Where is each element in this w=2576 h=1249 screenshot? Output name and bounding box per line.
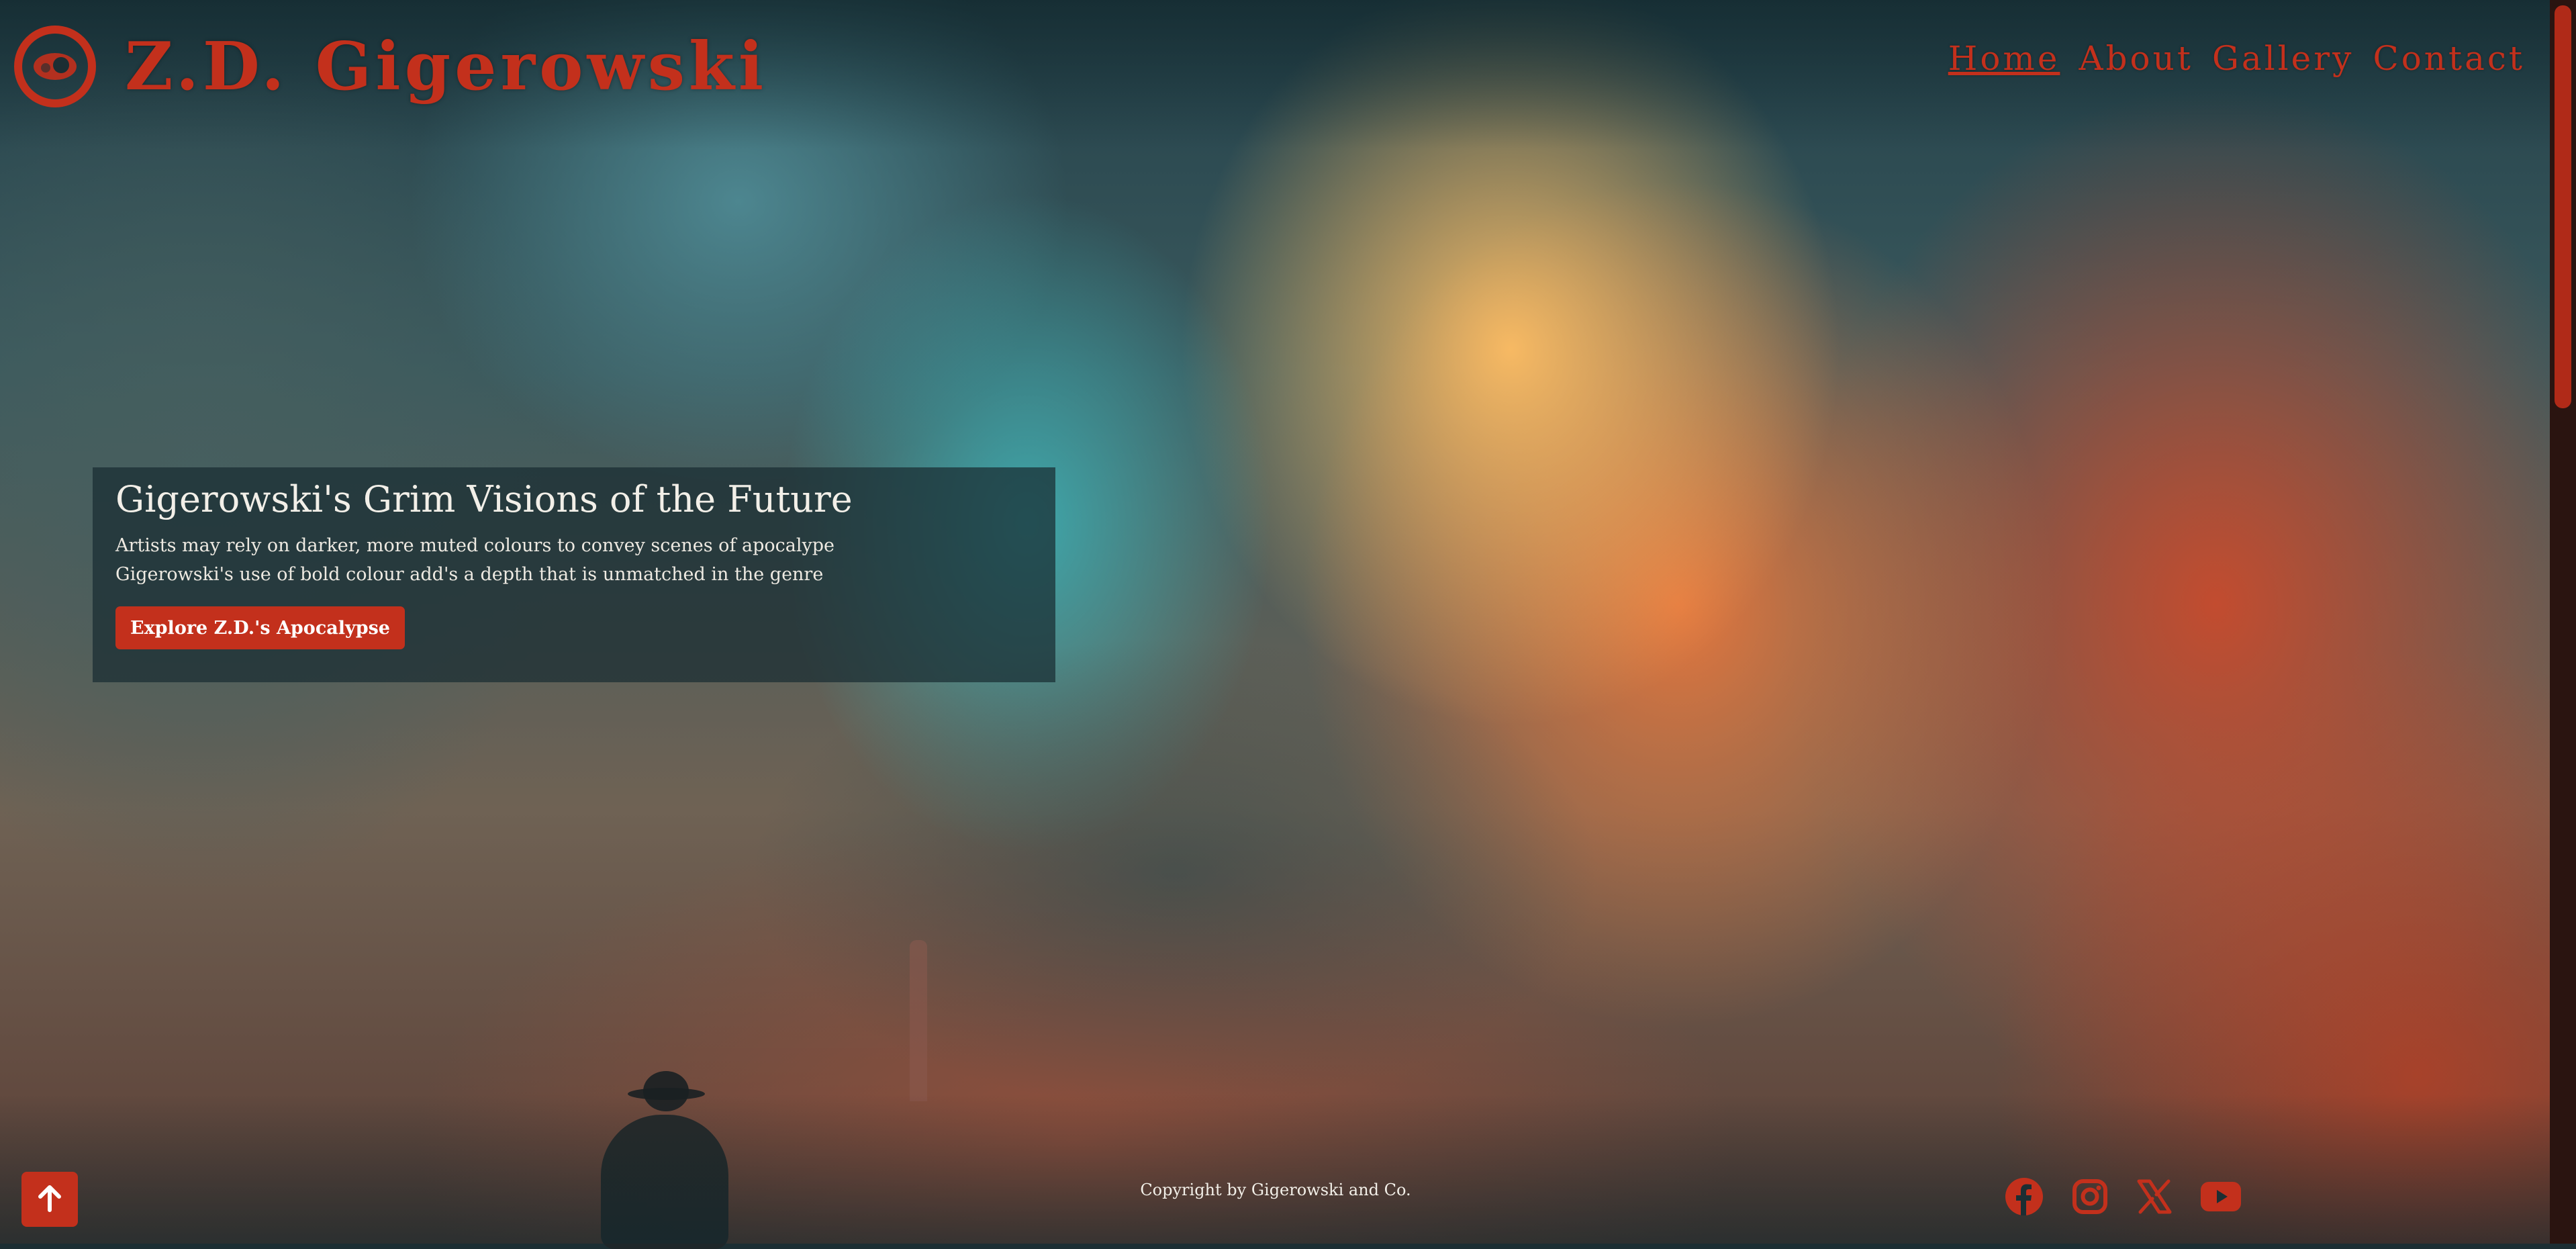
facebook-icon[interactable]: [2004, 1176, 2044, 1217]
page-scrollbar[interactable]: [2550, 0, 2576, 1244]
main-nav: Home About Gallery Contact: [1948, 39, 2525, 78]
x-icon[interactable]: [2136, 1178, 2173, 1215]
instagram-icon[interactable]: [2071, 1178, 2109, 1215]
youtube-icon[interactable]: [2200, 1181, 2242, 1212]
background-figure-head: [643, 1071, 689, 1111]
nav-about[interactable]: About: [2079, 39, 2193, 78]
nav-contact[interactable]: Contact: [2373, 39, 2525, 78]
arrow-up-icon: [36, 1183, 63, 1215]
background-spire: [910, 940, 927, 1101]
hero-line-1: Artists may rely on darker, more muted c…: [115, 535, 835, 556]
scrollbar-thumb[interactable]: [2555, 5, 2571, 408]
hero-heading: Gigerowski's Grim Visions of the Future: [115, 478, 853, 520]
background-figure: [601, 1115, 728, 1249]
copyright-text: Copyright by Gigerowski and Co.: [1140, 1181, 1411, 1199]
explore-button[interactable]: Explore Z.D.'s Apocalypse: [115, 606, 405, 649]
social-links: [2004, 1176, 2242, 1217]
hero-panel: Gigerowski's Grim Visions of the Future …: [93, 467, 1055, 682]
hero-line-2: Gigerowski's use of bold colour add's a …: [115, 564, 824, 585]
nav-gallery[interactable]: Gallery: [2212, 39, 2354, 78]
site-title[interactable]: Z.D. Gigerowski: [125, 28, 767, 105]
eye-logo-icon[interactable]: [12, 26, 98, 107]
hero-description: Artists may rely on darker, more muted c…: [115, 531, 1033, 589]
nav-home[interactable]: Home: [1948, 39, 2060, 78]
background-figure-hat: [628, 1088, 705, 1100]
back-to-top-button[interactable]: [21, 1172, 78, 1227]
